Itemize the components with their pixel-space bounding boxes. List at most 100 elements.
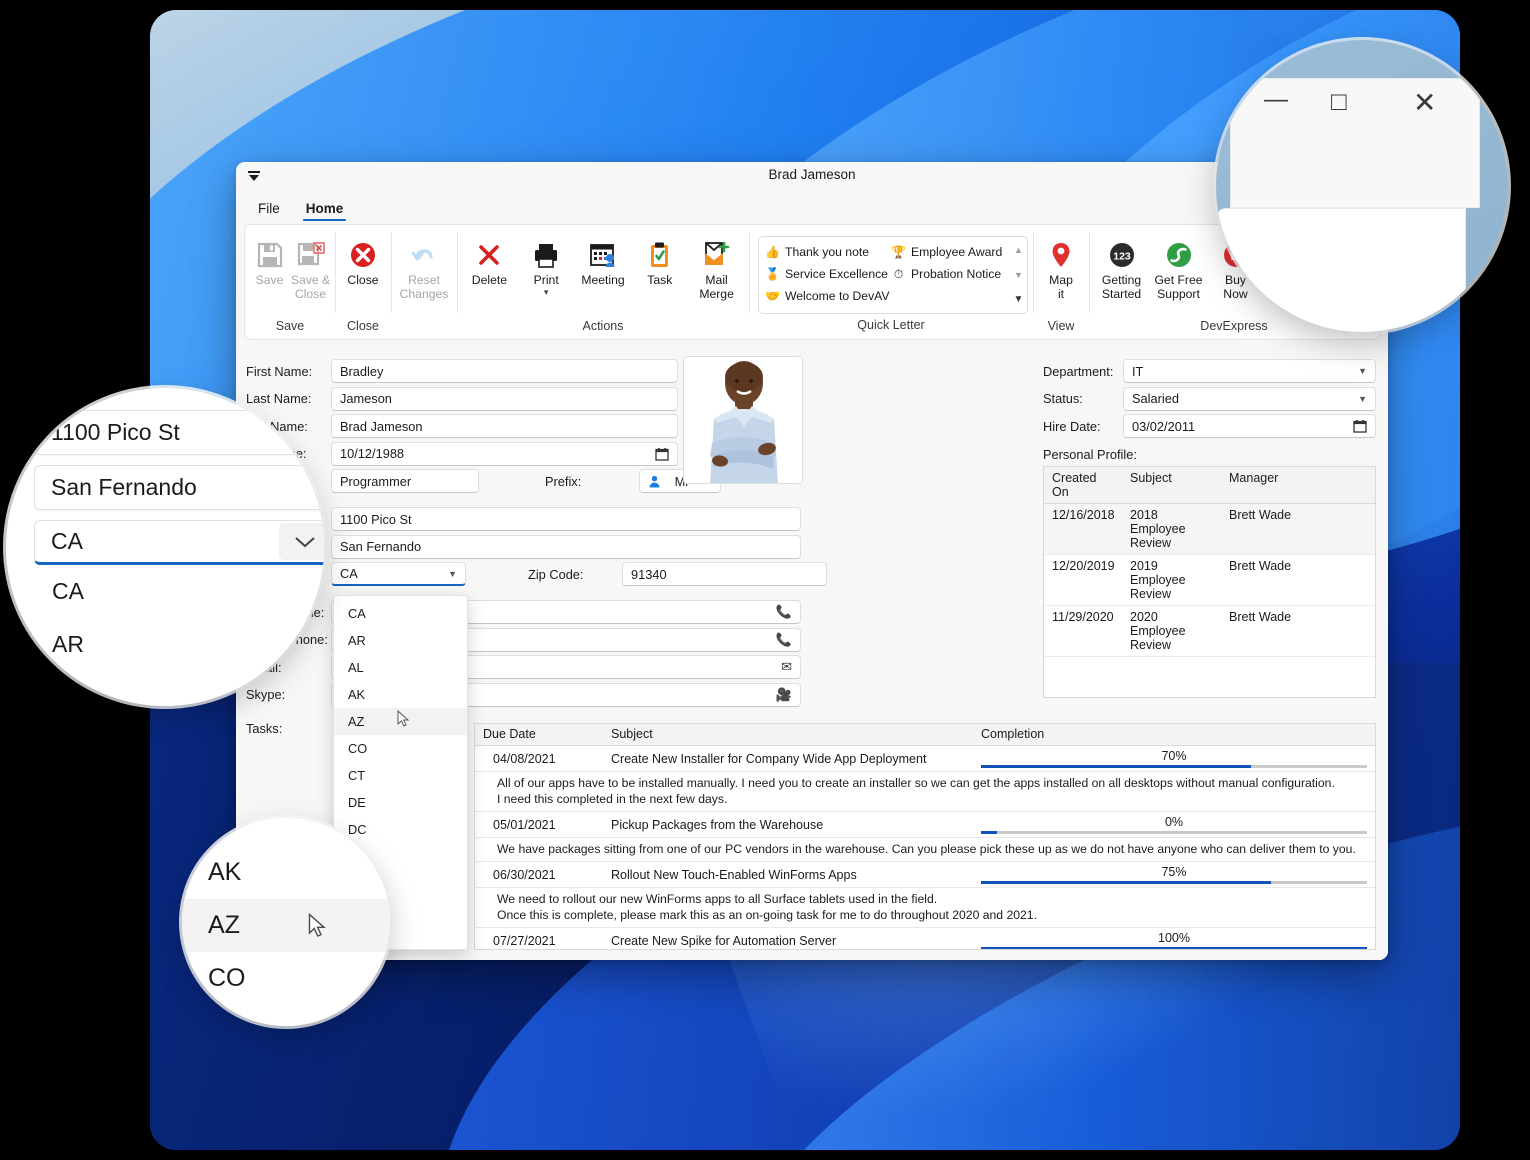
video-camera-icon[interactable]: 🎥 (776, 687, 792, 703)
tab-home[interactable]: Home (294, 199, 356, 221)
chevron-down-icon[interactable] (279, 523, 324, 560)
magnified-street-input[interactable]: 1100 Pico St (34, 410, 324, 455)
getting-started-123-icon: 123 (1107, 234, 1137, 270)
profile-col-subject[interactable]: Subject (1122, 467, 1221, 503)
magnified-option-az[interactable]: AZ (182, 899, 390, 952)
quick-letter-item-employee-award[interactable]: 🏆 Employee Award (891, 241, 1017, 263)
magnified-minimize-button[interactable]: — (1264, 86, 1288, 114)
get-free-support-label: Get Free Support (1154, 274, 1202, 301)
first-name-input[interactable]: Bradley (331, 359, 678, 383)
gallery-scrollbar[interactable]: ▲ ▼ ▼ (1011, 238, 1026, 312)
task-due-date: 05/01/2021 (475, 818, 603, 832)
tab-file[interactable]: File (246, 199, 292, 221)
magnified-option-ak[interactable]: AK (182, 846, 390, 899)
tasks-col-completion[interactable]: Completion (973, 724, 1375, 745)
chevron-down-icon[interactable]: ▾ (544, 288, 549, 296)
zip-input[interactable]: 91340 (622, 562, 827, 586)
table-row[interactable]: 11/29/2020 2020 Employee Review Brett Wa… (1044, 606, 1375, 657)
full-name-row: Full Name: Brad Jameson (246, 414, 1041, 438)
chevron-down-icon[interactable]: ▼ (448, 569, 457, 579)
state-option-de[interactable]: DE (334, 789, 467, 816)
map-it-button[interactable]: Map it (1037, 229, 1085, 301)
tasks-col-subject[interactable]: Subject (603, 724, 973, 745)
state-value: CA (340, 566, 358, 581)
save-and-close-button[interactable]: Save & Close (290, 229, 331, 301)
full-name-input[interactable]: Brad Jameson (331, 414, 678, 438)
calendar-icon[interactable] (1353, 419, 1367, 433)
state-option-ak[interactable]: AK (334, 681, 467, 708)
tasks-grid[interactable]: Due Date Subject Completion 04/08/2021 C… (474, 723, 1376, 950)
delete-button[interactable]: Delete (461, 229, 518, 288)
meeting-button[interactable]: Meeting (575, 229, 632, 288)
ribbon-group-reset-label (395, 315, 453, 339)
chevron-down-icon[interactable]: ▼ (1358, 394, 1367, 404)
city-input[interactable]: San Fernando (331, 535, 801, 559)
magnified-city-input[interactable]: San Fernando (34, 465, 324, 510)
title-input[interactable]: Programmer (331, 469, 479, 493)
print-button[interactable]: Print ▾ (518, 229, 575, 296)
department-label: Department: (1043, 364, 1123, 379)
quick-letter-label: Probation Notice (911, 267, 1001, 281)
scroll-up-icon[interactable]: ▲ (1014, 238, 1023, 263)
person-icon (648, 475, 661, 488)
get-free-support-button[interactable]: Get Free Support (1150, 229, 1207, 301)
calendar-icon[interactable] (655, 447, 669, 461)
state-option-ca[interactable]: CA (334, 600, 467, 627)
task-button[interactable]: Task (631, 229, 688, 288)
magnified-option-az-label: AZ (208, 911, 240, 940)
envelope-icon[interactable]: ✉ (781, 659, 792, 675)
magnified-state-option-ca[interactable]: CA (34, 565, 324, 618)
quick-letter-item-thank-you[interactable]: 👍 Thank you note (765, 241, 891, 263)
state-combo[interactable]: CA ▼ (331, 562, 466, 586)
department-combo[interactable]: IT ▼ (1123, 359, 1376, 383)
hire-date-label: Hire Date: (1043, 419, 1123, 434)
table-row[interactable]: 06/30/2021 Rollout New Touch-Enabled Win… (475, 862, 1375, 888)
hire-date-input[interactable]: 03/02/2011 (1123, 414, 1376, 438)
profile-cell-manager: Brett Wade (1221, 504, 1375, 554)
table-row[interactable]: 07/27/2021 Create New Spike for Automati… (475, 928, 1375, 950)
table-row[interactable]: 12/20/2019 2019 Employee Review Brett Wa… (1044, 555, 1375, 606)
table-row[interactable]: 05/01/2021 Pickup Packages from the Ware… (475, 812, 1375, 838)
magnified-close-button[interactable]: ✕ (1413, 86, 1436, 119)
ribbon-group-save: Save Save & Close Save (245, 225, 335, 339)
close-record-button[interactable]: Close (339, 229, 387, 288)
reset-changes-button[interactable]: Reset Changes (395, 229, 453, 301)
magnified-option-co[interactable]: CO (182, 952, 390, 1005)
quick-letter-item-service-excellence[interactable]: 🏅 Service Excellence (765, 263, 891, 285)
gallery-more-icon[interactable]: ▼ (1014, 287, 1024, 312)
profile-col-created-on[interactable]: Created On (1044, 467, 1122, 503)
getting-started-button[interactable]: 123 Getting Started (1093, 229, 1150, 301)
magnified-state-list[interactable]: CA AR (34, 565, 324, 671)
profile-col-manager[interactable]: Manager (1221, 467, 1375, 503)
phone-icon[interactable]: 📞 (776, 604, 792, 620)
tasks-col-due-date[interactable]: Due Date (475, 724, 603, 745)
quick-letter-gallery[interactable]: 👍 Thank you note 🏆 Employee Award 🏅 Serv… (758, 236, 1028, 314)
task-button-label: Task (647, 274, 672, 288)
quick-letter-item-welcome[interactable]: 🤝 Welcome to DevAV (765, 285, 945, 307)
status-combo[interactable]: Salaried ▼ (1123, 387, 1376, 411)
magnified-state-combo[interactable]: CA (34, 520, 324, 565)
chevron-down-icon[interactable]: ▼ (1358, 366, 1367, 376)
table-row[interactable]: 04/08/2021 Create New Installer for Comp… (475, 746, 1375, 772)
scroll-down-icon[interactable]: ▼ (1014, 263, 1023, 288)
phone-icon[interactable]: 📞 (776, 632, 792, 648)
quick-letter-label: Thank you note (785, 245, 869, 259)
personal-profile-grid[interactable]: Created On Subject Manager 12/16/2018 20… (1043, 466, 1376, 698)
mail-merge-button[interactable]: Mail Merge (688, 229, 745, 301)
state-option-co[interactable]: CO (334, 735, 467, 762)
street-input[interactable]: 1100 Pico St (331, 507, 801, 531)
state-option-al[interactable]: AL (334, 654, 467, 681)
profile-cell-subject: 2020 Employee Review (1122, 606, 1221, 656)
table-row[interactable]: 12/16/2018 2018 Employee Review Brett Wa… (1044, 504, 1375, 555)
state-option-ar[interactable]: AR (334, 627, 467, 654)
task-completion: 100% (973, 928, 1375, 951)
magnified-state-option-ar[interactable]: AR (34, 618, 324, 671)
progress-track (981, 947, 1367, 950)
magnified-maximize-button[interactable]: □ (1331, 86, 1347, 117)
state-option-ct[interactable]: CT (334, 762, 467, 789)
department-row: Department: IT ▼ (1043, 359, 1376, 383)
last-name-input[interactable]: Jameson (331, 387, 678, 411)
quick-letter-item-probation-notice[interactable]: ⏱ Probation Notice (891, 263, 1017, 285)
save-button[interactable]: Save (249, 229, 290, 288)
birth-date-input[interactable]: 10/12/1988 (331, 442, 678, 466)
